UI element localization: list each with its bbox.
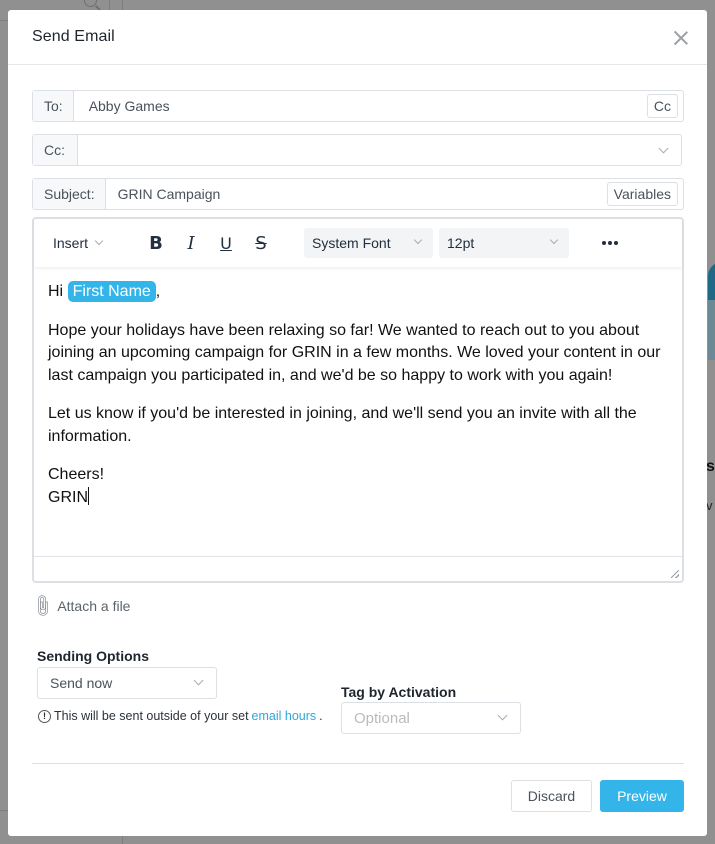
chevron-down-icon <box>549 235 559 245</box>
subject-label: Subject: <box>33 179 106 209</box>
background-divider <box>109 0 110 10</box>
cc-field: Cc: <box>32 134 682 166</box>
font-size-select[interactable]: 12pt <box>439 228 569 258</box>
email-hours-warning: ! This will be sent outside of your set … <box>38 709 323 723</box>
send-email-modal: Send Email To: Abby Games Cc Cc: Subject… <box>8 10 707 836</box>
attach-label: Attach a file <box>57 598 131 614</box>
modal-title: Send Email <box>32 28 115 45</box>
background-text-fragment: s <box>706 458 715 475</box>
chevron-down-icon <box>94 236 104 246</box>
editor-statusbar <box>34 556 682 581</box>
greeting-line: Hi First Name, <box>48 281 668 304</box>
discard-button[interactable]: Discard <box>511 780 592 812</box>
font-family-value: System Font <box>312 235 391 251</box>
tag-by-activation-select[interactable]: Optional <box>341 702 521 734</box>
chevron-down-icon <box>497 710 508 721</box>
sending-options-value: Send now <box>50 675 113 691</box>
greeting-text: Hi <box>48 283 64 300</box>
email-body-editor: Insert B I U S System Font 12pt Hi First <box>32 217 684 583</box>
body-paragraph: Let us know if you'd be interested in jo… <box>48 405 637 445</box>
background-divider <box>122 0 123 10</box>
to-field: To: Abby Games Cc <box>32 90 684 122</box>
italic-icon[interactable]: I <box>180 232 202 254</box>
underline-icon[interactable]: U <box>215 232 237 254</box>
modal-header: Send Email <box>8 10 707 65</box>
body-paragraph: Hope your holidays have been relaxing so… <box>48 321 661 384</box>
sending-options-label: Sending Options <box>37 648 149 664</box>
chevron-down-icon <box>413 235 423 245</box>
email-hours-link[interactable]: email hours <box>252 709 317 723</box>
font-family-select[interactable]: System Font <box>304 228 433 258</box>
background-app-header <box>0 0 715 10</box>
chevron-down-icon <box>193 675 204 686</box>
cc-label: Cc: <box>33 135 78 165</box>
resize-handle-icon[interactable] <box>671 570 679 578</box>
to-input[interactable]: Abby Games <box>74 91 647 121</box>
insert-label: Insert <box>53 235 89 251</box>
warning-text: This will be sent outside of your set <box>54 709 249 723</box>
info-icon: ! <box>38 709 51 723</box>
background-divider <box>0 20 8 21</box>
insert-menu[interactable]: Insert <box>53 235 104 251</box>
first-name-variable-chip[interactable]: First Name <box>67 281 156 302</box>
signature-text: GRIN <box>48 488 88 506</box>
cc-input[interactable] <box>78 135 660 165</box>
signoff-text: Cheers! <box>48 466 105 483</box>
font-size-value: 12pt <box>447 235 475 251</box>
subject-field: Subject: GRIN Campaign Variables <box>32 178 684 210</box>
tag-placeholder: Optional <box>354 709 410 727</box>
more-horizontal-icon[interactable] <box>602 241 618 245</box>
background-divider <box>122 836 123 844</box>
editor-content[interactable]: Hi First Name, Hope your holidays have b… <box>48 281 668 509</box>
sending-options-select[interactable]: Send now <box>37 667 217 699</box>
close-icon[interactable] <box>673 30 689 46</box>
attach-file-link[interactable]: 📎︎ Attach a file <box>29 593 131 619</box>
paperclip-icon: 📎︎ <box>28 593 55 620</box>
variables-button[interactable]: Variables <box>606 182 678 206</box>
cc-toggle-button[interactable]: Cc <box>646 94 678 118</box>
bold-icon[interactable]: B <box>145 232 167 254</box>
text-caret <box>88 486 89 505</box>
tag-by-activation-label: Tag by Activation <box>341 684 457 700</box>
preview-button[interactable]: Preview <box>600 780 684 812</box>
strikethrough-icon[interactable]: S <box>250 232 272 254</box>
greeting-punctuation: , <box>155 283 161 300</box>
warning-punctuation: . <box>319 709 323 723</box>
editor-toolbar: Insert B I U S System Font 12pt <box>34 219 682 267</box>
background-divider <box>0 810 8 811</box>
to-label: To: <box>33 91 74 121</box>
subject-input[interactable]: GRIN Campaign <box>106 179 607 209</box>
background-graphic <box>708 300 715 360</box>
footer-divider <box>32 763 684 764</box>
chevron-down-icon[interactable] <box>658 143 669 153</box>
